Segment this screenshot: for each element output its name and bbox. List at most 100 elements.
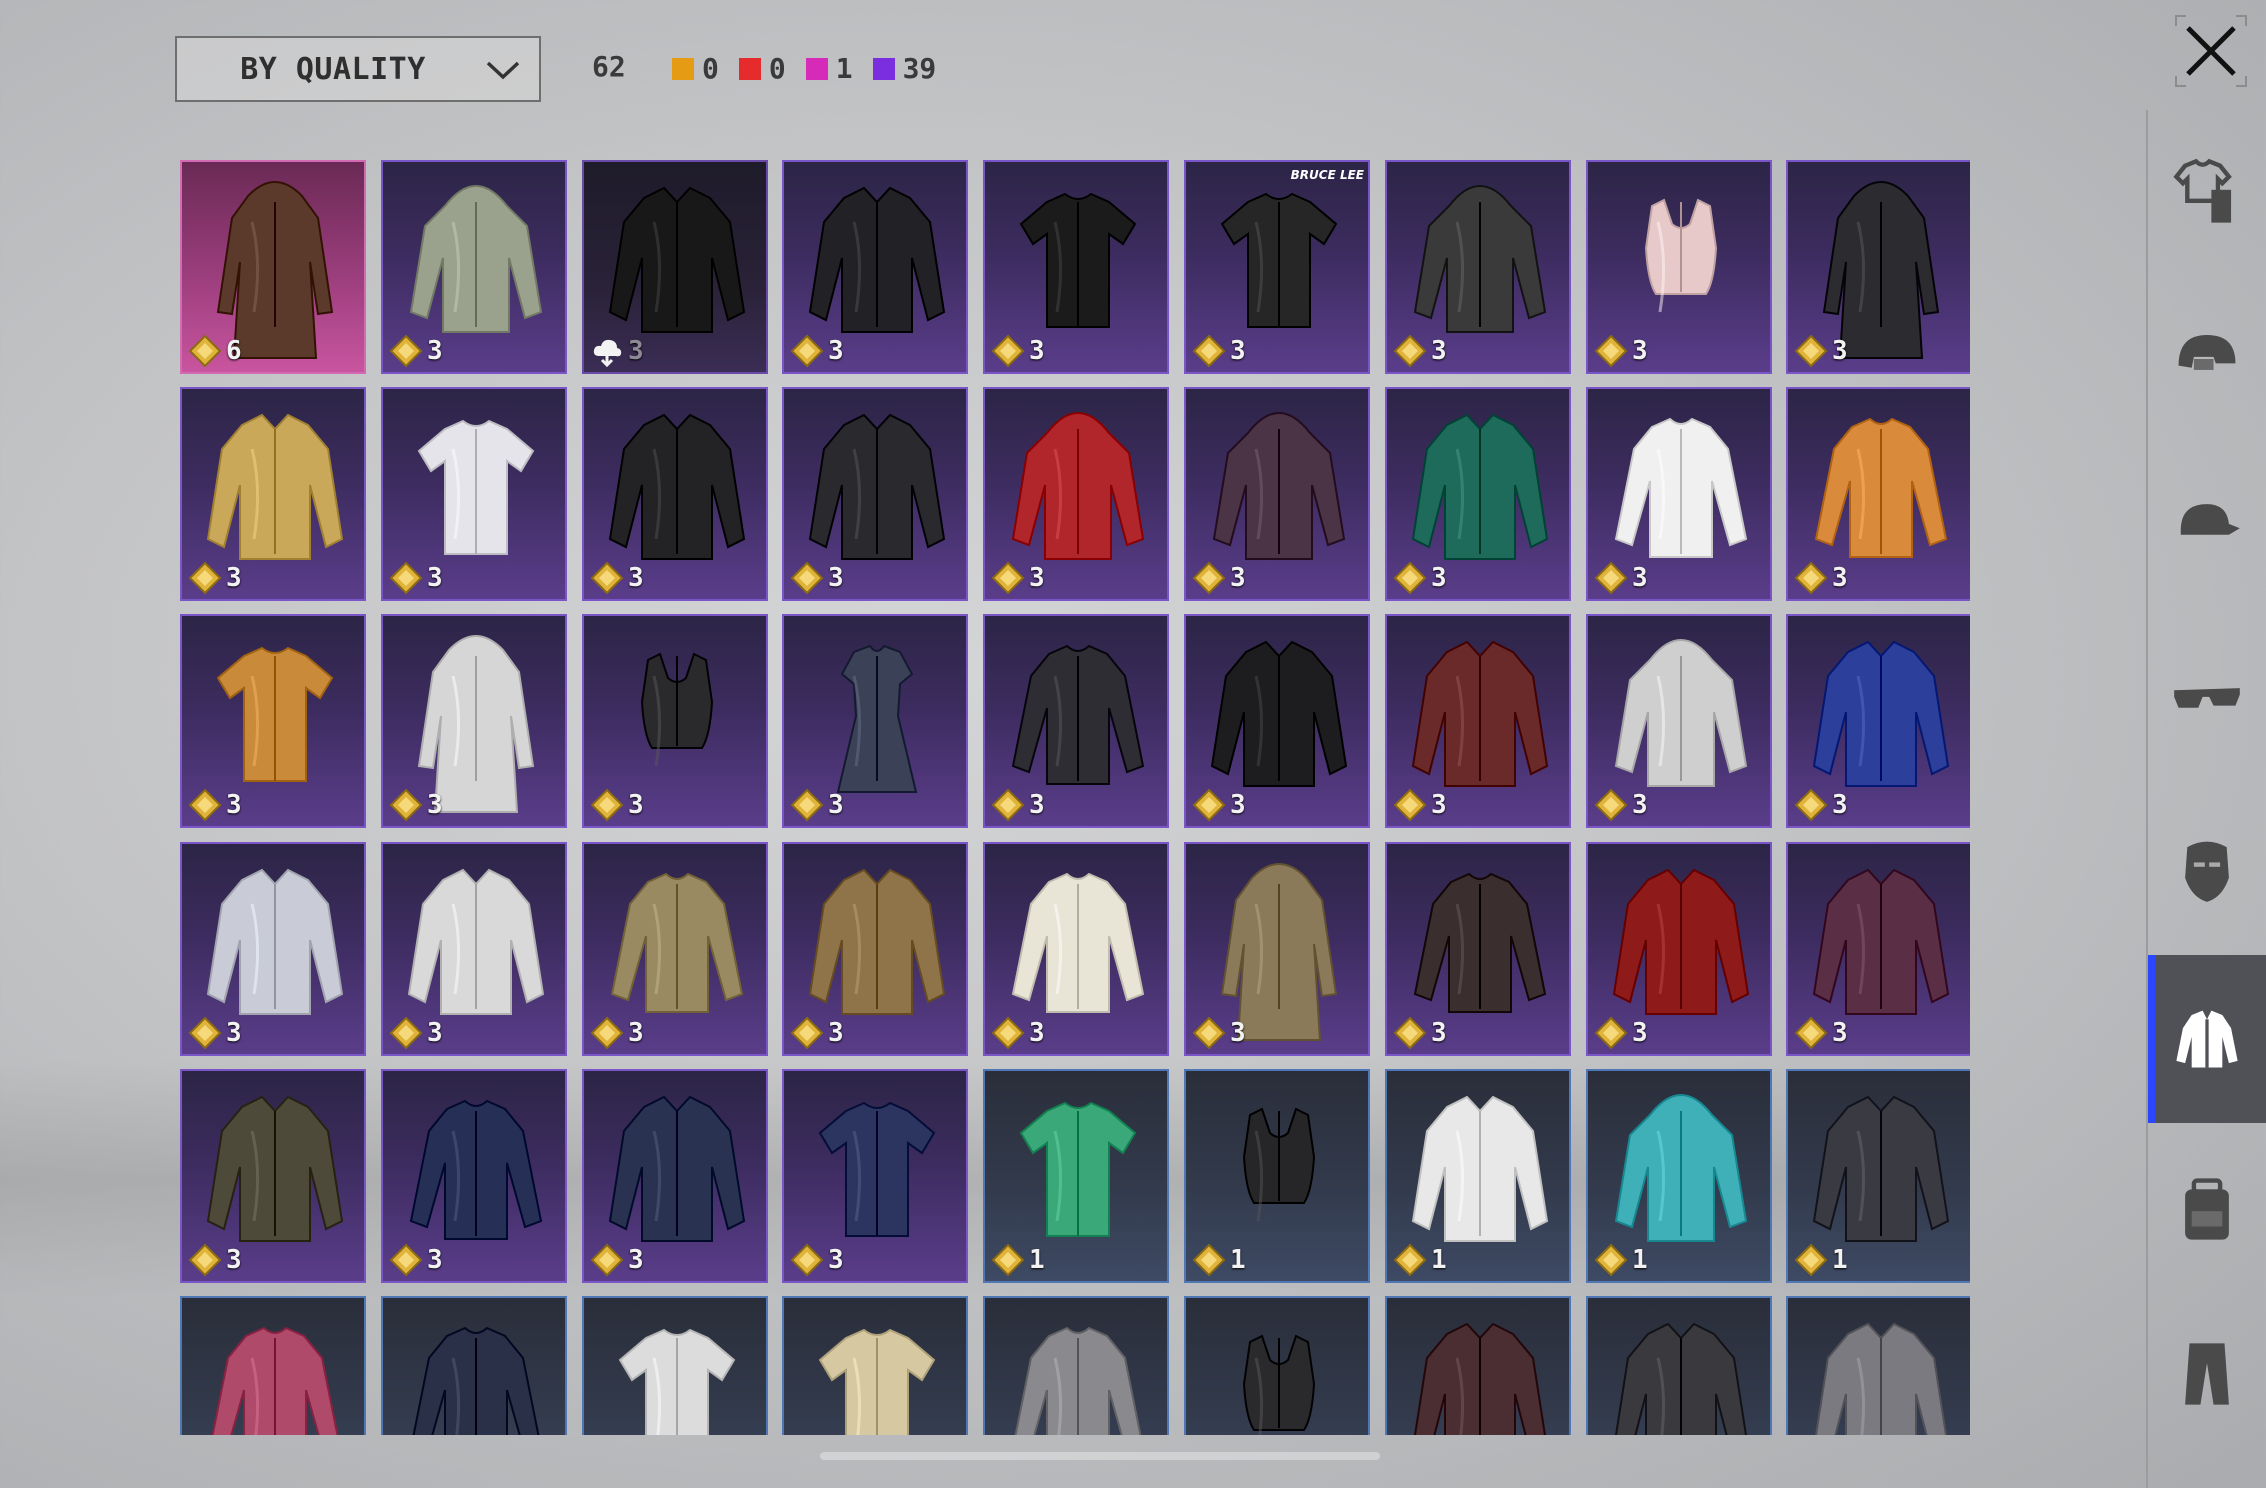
category-tab[interactable]: [2148, 785, 2266, 953]
item-count: 3: [828, 336, 844, 366]
inventory-item[interactable]: 6: [180, 160, 366, 374]
inventory-item[interactable]: 3: [582, 160, 768, 374]
inventory-item[interactable]: 3: [782, 160, 968, 374]
inventory-item[interactable]: 3: [782, 614, 968, 828]
item-count: 3: [427, 1245, 443, 1275]
inventory-item[interactable]: 1: [1786, 1069, 1970, 1283]
inventory-item[interactable]: 3: [381, 614, 567, 828]
close-icon[interactable]: [2172, 12, 2250, 90]
inventory-item[interactable]: [1385, 1296, 1571, 1435]
inventory-item[interactable]: 3: [782, 387, 968, 601]
category-tab[interactable]: [2148, 615, 2266, 783]
category-tab[interactable]: [2148, 1290, 2266, 1458]
item-badge: 3: [188, 1016, 242, 1050]
coin-icon: [1393, 788, 1427, 822]
inventory-item[interactable]: 3: [1385, 842, 1571, 1056]
inventory-item[interactable]: 3: [1385, 387, 1571, 601]
item-badge: 3: [590, 788, 644, 822]
coin-icon: [389, 561, 423, 595]
item-badge: 3: [1794, 1016, 1848, 1050]
inventory-item[interactable]: 3: [381, 387, 567, 601]
inventory-item[interactable]: 3: [582, 614, 768, 828]
scrollbar[interactable]: [820, 1452, 1380, 1460]
item-count: 3: [226, 1245, 242, 1275]
coin-icon: [1192, 334, 1226, 368]
coin-icon: [590, 561, 624, 595]
item-count: 1: [1230, 1245, 1246, 1275]
inventory-item[interactable]: [381, 1296, 567, 1435]
inventory-item[interactable]: 3: [782, 1069, 968, 1283]
inventory-item[interactable]: 3: [1786, 614, 1970, 828]
item-count: 3: [1029, 336, 1045, 366]
category-tab[interactable]: [2148, 442, 2266, 610]
item-badge: 3: [590, 1016, 644, 1050]
inventory-item[interactable]: 3: [582, 387, 768, 601]
inventory-item[interactable]: 3: [1184, 614, 1370, 828]
inventory-item[interactable]: 3: [983, 160, 1169, 374]
sort-label: BY QUALITY: [240, 51, 426, 87]
outfit-set-icon: [2173, 158, 2232, 223]
inventory-item[interactable]: 3: [1184, 842, 1370, 1056]
coin-icon: [389, 788, 423, 822]
inventory-item[interactable]: 3: [582, 1069, 768, 1283]
coin-icon: [1192, 561, 1226, 595]
coin-icon: [790, 561, 824, 595]
inventory-item[interactable]: 3: [1385, 160, 1571, 374]
inventory-item[interactable]: 3: [1786, 160, 1970, 374]
inventory-item[interactable]: 1: [1385, 1069, 1571, 1283]
inventory-item[interactable]: [1586, 1296, 1772, 1435]
item-badge: 3: [790, 1016, 844, 1050]
inventory-item[interactable]: BRUCE LEE 3: [1184, 160, 1370, 374]
inventory-item[interactable]: [983, 1296, 1169, 1435]
inventory-item[interactable]: 3: [582, 842, 768, 1056]
inventory-item[interactable]: 3: [1586, 614, 1772, 828]
item-badge: 3: [188, 561, 242, 595]
coin-icon: [790, 334, 824, 368]
coin-icon: [790, 1243, 824, 1277]
item-count: 6: [226, 336, 242, 366]
inventory-item[interactable]: 3: [381, 842, 567, 1056]
item-count: 3: [1632, 563, 1648, 593]
inventory-item[interactable]: 3: [983, 614, 1169, 828]
sort-dropdown[interactable]: BY QUALITY: [175, 36, 541, 102]
coin-icon: [1192, 1016, 1226, 1050]
category-tab[interactable]: [2148, 108, 2266, 276]
item-badge: 3: [790, 561, 844, 595]
category-tab[interactable]: [2148, 1125, 2266, 1293]
rarity-counters: 0 0 1 39: [672, 52, 956, 85]
coin-icon: [188, 788, 222, 822]
inventory-item[interactable]: 3: [1786, 387, 1970, 601]
inventory-item[interactable]: 3: [1184, 387, 1370, 601]
inventory-item[interactable]: 3: [180, 842, 366, 1056]
inventory-item[interactable]: [1184, 1296, 1370, 1435]
inventory-item[interactable]: 3: [782, 842, 968, 1056]
inventory-item[interactable]: [180, 1296, 366, 1435]
category-tab[interactable]: [2148, 955, 2266, 1123]
inventory-item[interactable]: [1786, 1296, 1970, 1435]
item-badge: 3: [1192, 1016, 1246, 1050]
backpack-icon: [2185, 1178, 2229, 1240]
inventory-item[interactable]: 3: [983, 842, 1169, 1056]
inventory-item[interactable]: 1: [1184, 1069, 1370, 1283]
inventory-item[interactable]: 3: [180, 387, 366, 601]
item-count: 3: [628, 1018, 644, 1048]
inventory-item[interactable]: 3: [1786, 842, 1970, 1056]
inventory-item[interactable]: [582, 1296, 768, 1435]
item-count: 3: [628, 1245, 644, 1275]
rarity-counter: 39: [872, 52, 936, 85]
inventory-item[interactable]: 3: [1586, 387, 1772, 601]
item-badge: 3: [991, 788, 1045, 822]
inventory-item[interactable]: 1: [1586, 1069, 1772, 1283]
inventory-item[interactable]: 3: [983, 387, 1169, 601]
inventory-item[interactable]: [782, 1296, 968, 1435]
inventory-item[interactable]: 3: [1586, 842, 1772, 1056]
inventory-item[interactable]: 3: [1385, 614, 1571, 828]
inventory-item[interactable]: 1: [983, 1069, 1169, 1283]
inventory-item[interactable]: 3: [381, 1069, 567, 1283]
category-tab[interactable]: [2148, 275, 2266, 443]
inventory-item[interactable]: 3: [381, 160, 567, 374]
inventory-item[interactable]: 3: [1586, 160, 1772, 374]
inventory-item[interactable]: 3: [180, 614, 366, 828]
inventory-item[interactable]: 3: [180, 1069, 366, 1283]
coin-icon: [1594, 788, 1628, 822]
